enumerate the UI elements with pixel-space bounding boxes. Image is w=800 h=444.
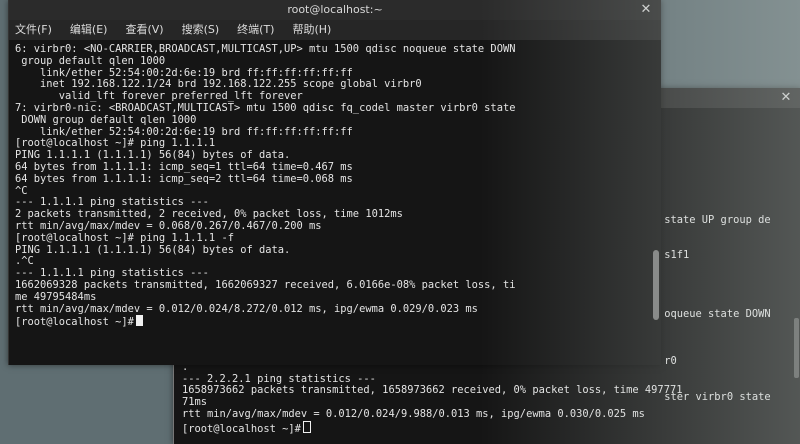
prompt-line[interactable]: [root@localhost ~]# <box>182 420 797 435</box>
terminal-menubar: 文件(F) 编辑(E) 查看(V) 搜索(S) 终端(T) 帮助(H) <box>9 20 661 40</box>
background-terminal-line <box>658 179 798 191</box>
background-terminal-line: 1658973662 packets transmitted, 16589736… <box>182 384 683 397</box>
terminal-line: DOWN group default qlen 1000 <box>15 113 197 126</box>
background-terminal-line <box>658 285 798 297</box>
background-close-icon[interactable]: ✕ <box>777 88 795 108</box>
background-terminal-line <box>658 226 798 238</box>
text-cursor <box>302 420 311 433</box>
background-terminal-line <box>658 167 798 179</box>
foreground-terminal-window[interactable]: root@localhost:~ ✕ 文件(F) 编辑(E) 查看(V) 搜索(… <box>8 0 661 365</box>
background-terminal-line <box>658 333 798 345</box>
close-icon[interactable]: ✕ <box>637 0 655 20</box>
background-terminal-line <box>658 321 798 333</box>
shell-prompt: [root@localhost ~]# <box>182 422 301 435</box>
terminal-line: 1662069328 packets transmitted, 16620693… <box>15 278 516 291</box>
menu-terminal[interactable]: 终端(T) <box>235 20 276 40</box>
scrollbar-thumb[interactable] <box>653 250 659 320</box>
background-terminal-line: s1f1 <box>658 248 690 261</box>
prompt-line[interactable]: [root@localhost ~]# <box>15 315 655 329</box>
terminal-line: 7: virbr0-nic: <BROADCAST,MULTICAST> mtu… <box>15 101 516 114</box>
menu-edit[interactable]: 编辑(E) <box>68 20 110 40</box>
terminal-titlebar[interactable]: root@localhost:~ ✕ <box>9 0 661 20</box>
terminal-line: me 49795484ms <box>15 290 97 303</box>
background-terminal-line: state UP group de <box>658 213 771 226</box>
background-terminal-line <box>658 156 798 168</box>
terminal-line: group default qlen 1000 <box>15 54 166 67</box>
terminal-output[interactable]: 6: virbr0: <NO-CARRIER,BROADCAST,MULTICA… <box>9 40 661 364</box>
terminal-line: 64 bytes from 1.1.1.1: icmp_seq=1 ttl=64… <box>15 160 353 173</box>
terminal-line: 64 bytes from 1.1.1.1: icmp_seq=2 ttl=64… <box>15 172 353 185</box>
menu-view[interactable]: 查看(V) <box>123 20 165 40</box>
terminal-line: rtt min/avg/max/mdev = 0.068/0.267/0.467… <box>15 219 322 232</box>
background-terminal-line <box>658 144 798 156</box>
terminal-line: PING 1.1.1.1 (1.1.1.1) 56(84) bytes of d… <box>15 243 291 256</box>
background-terminal-line <box>658 262 798 274</box>
background-terminal-line <box>658 191 798 203</box>
shell-prompt: [root@localhost ~]# <box>15 316 134 329</box>
background-terminal-line <box>658 203 798 215</box>
menu-file[interactable]: 文件(F) <box>13 20 54 40</box>
menu-help[interactable]: 帮助(H) <box>290 20 333 40</box>
terminal-line: [root@localhost ~]# ping 1.1.1.1 -f <box>15 231 234 244</box>
text-cursor <box>135 315 143 327</box>
background-terminal-line: oqueue state DOWN <box>658 307 771 320</box>
background-scrollbar-thumb[interactable] <box>794 318 799 378</box>
terminal-line: rtt min/avg/max/mdev = 0.012/0.024/8.272… <box>15 302 478 315</box>
background-terminal-line <box>658 274 798 286</box>
menu-search[interactable]: 搜索(S) <box>180 20 222 40</box>
background-terminal-line <box>658 132 798 144</box>
background-terminal-line: rtt min/avg/max/mdev = 0.012/0.024/9.988… <box>182 407 645 420</box>
window-title: root@localhost:~ <box>287 3 383 16</box>
